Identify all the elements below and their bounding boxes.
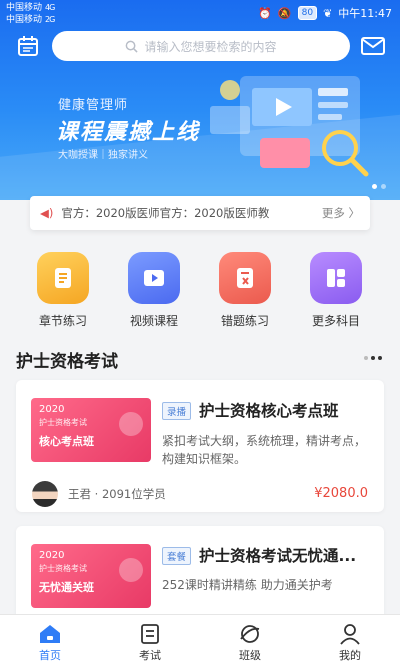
thumb-subtitle: 护士资格考试 <box>39 564 87 573</box>
mute-icon: 🔕 <box>277 6 292 20</box>
course-teacher: 王君 · 2091位学员 <box>32 481 166 507</box>
quick-entry-label: 章节练习 <box>38 314 87 328</box>
exam-icon <box>141 624 159 644</box>
hero-banner[interactable]: 健康管理师 课程震撼上线 大咖授课｜独家讲义 <box>0 0 400 200</box>
quick-entry-chapter-practice[interactable]: 章节练习 <box>23 252 103 329</box>
status-bar: 中国移动 4G 中国移动 2G ⏰ 🔕 80 ❦ 中午11:47 <box>0 0 400 26</box>
banner-illustration <box>210 76 369 177</box>
speaker-icon: ◀) <box>40 206 54 220</box>
leaf-icon: ❦ <box>323 6 333 20</box>
battery-indicator: 80 <box>297 6 318 20</box>
profile-icon <box>340 624 360 645</box>
thumb-title: 无忧通关班 <box>39 581 94 594</box>
banner-pager <box>372 184 386 189</box>
course-card[interactable]: 2020 护士资格考试 核心考点班 录播 护士资格核心考点班 紧扣考试大纲，系统… <box>16 380 384 512</box>
quick-entry-label: 更多科目 <box>311 314 360 328</box>
tab-home[interactable]: 首页 <box>0 615 100 666</box>
course-title: 护士资格核心考点班 <box>199 402 339 420</box>
tab-label: 考试 <box>139 649 161 662</box>
thumb-year: 2020 <box>39 404 65 415</box>
thumb-subtitle: 护士资格考试 <box>39 418 87 427</box>
course-card[interactable]: 2020 护士资格考试 无忧通关班 套餐 护士资格考试无忧通... 252课时精… <box>16 526 384 622</box>
error-notes-icon <box>219 252 271 304</box>
banner-title: 课程震撼上线 <box>56 120 201 145</box>
quick-entry-label: 视频课程 <box>129 314 178 328</box>
calendar-icon[interactable] <box>16 34 40 58</box>
course-description: 252课时精讲精练 助力通关护考 <box>162 578 333 592</box>
thumb-badge-icon <box>119 558 143 582</box>
quick-entry-label: 错题练习 <box>220 314 269 328</box>
notice-text: 官方：2020版医师官方：2020版医师教 <box>61 206 270 220</box>
search-icon <box>126 40 139 53</box>
search-input[interactable]: 请输入您想要检索的内容 <box>52 31 350 61</box>
course-thumbnail: 2020 护士资格考试 无忧通关班 <box>31 544 151 608</box>
tab-label: 班级 <box>239 649 261 662</box>
tab-label: 我的 <box>339 649 361 662</box>
notes-icon <box>37 252 89 304</box>
course-description: 紧扣考试大纲，系统梳理，精讲考点，构建知识框架。 <box>162 434 367 466</box>
teacher-info: 王君 · 2091位学员 <box>68 487 166 501</box>
section-pager <box>364 356 382 360</box>
video-icon <box>128 252 180 304</box>
thumb-year: 2020 <box>39 550 65 561</box>
bottom-tab-bar: 首页 考试 班级 我的 <box>0 614 400 666</box>
mail-icon[interactable] <box>360 34 386 58</box>
quick-entry-more-subjects[interactable]: 更多科目 <box>296 252 376 329</box>
notice-more-link[interactable]: 更多 〉 <box>322 205 360 221</box>
quick-entry-wrong-questions[interactable]: 错题练习 <box>205 252 285 329</box>
clock: 中午11:47 <box>338 7 392 20</box>
section-title: 护士资格考试 <box>16 352 118 372</box>
alarm-icon: ⏰ <box>258 6 272 20</box>
search-placeholder: 请输入您想要检索的内容 <box>144 39 277 54</box>
course-tag: 套餐 <box>162 547 192 565</box>
thumb-badge-icon <box>119 412 143 436</box>
notice-bar[interactable]: ◀) 官方：2020版医师官方：2020版医师教 更多 〉 <box>30 196 370 230</box>
tab-profile[interactable]: 我的 <box>300 615 400 666</box>
avatar <box>32 481 58 507</box>
more-subjects-icon <box>310 252 362 304</box>
quick-entry-video-courses[interactable]: 视频课程 <box>114 252 194 329</box>
signal-2: 2G <box>45 15 55 24</box>
course-price: ¥2080.0 <box>314 486 368 501</box>
banner-tagline: 大咖授课｜独家讲义 <box>58 150 148 161</box>
thumb-title: 核心考点班 <box>39 435 94 448</box>
course-title: 护士资格考试无忧通... <box>199 547 357 565</box>
carrier-1: 中国移动 <box>6 3 43 13</box>
class-icon <box>240 625 260 643</box>
tab-exam[interactable]: 考试 <box>100 615 200 666</box>
signal-1: 4G <box>45 3 55 12</box>
banner-subtitle: 健康管理师 <box>58 98 129 113</box>
course-tag: 录播 <box>162 402 192 420</box>
home-icon <box>40 625 60 643</box>
course-thumbnail: 2020 护士资格考试 核心考点班 <box>31 398 151 462</box>
tab-class[interactable]: 班级 <box>200 615 300 666</box>
tab-label: 首页 <box>39 649 61 662</box>
quick-entries: 章节练习 视频课程 错题练习 更多科目 <box>0 252 400 332</box>
carrier-2: 中国移动 <box>6 15 43 25</box>
